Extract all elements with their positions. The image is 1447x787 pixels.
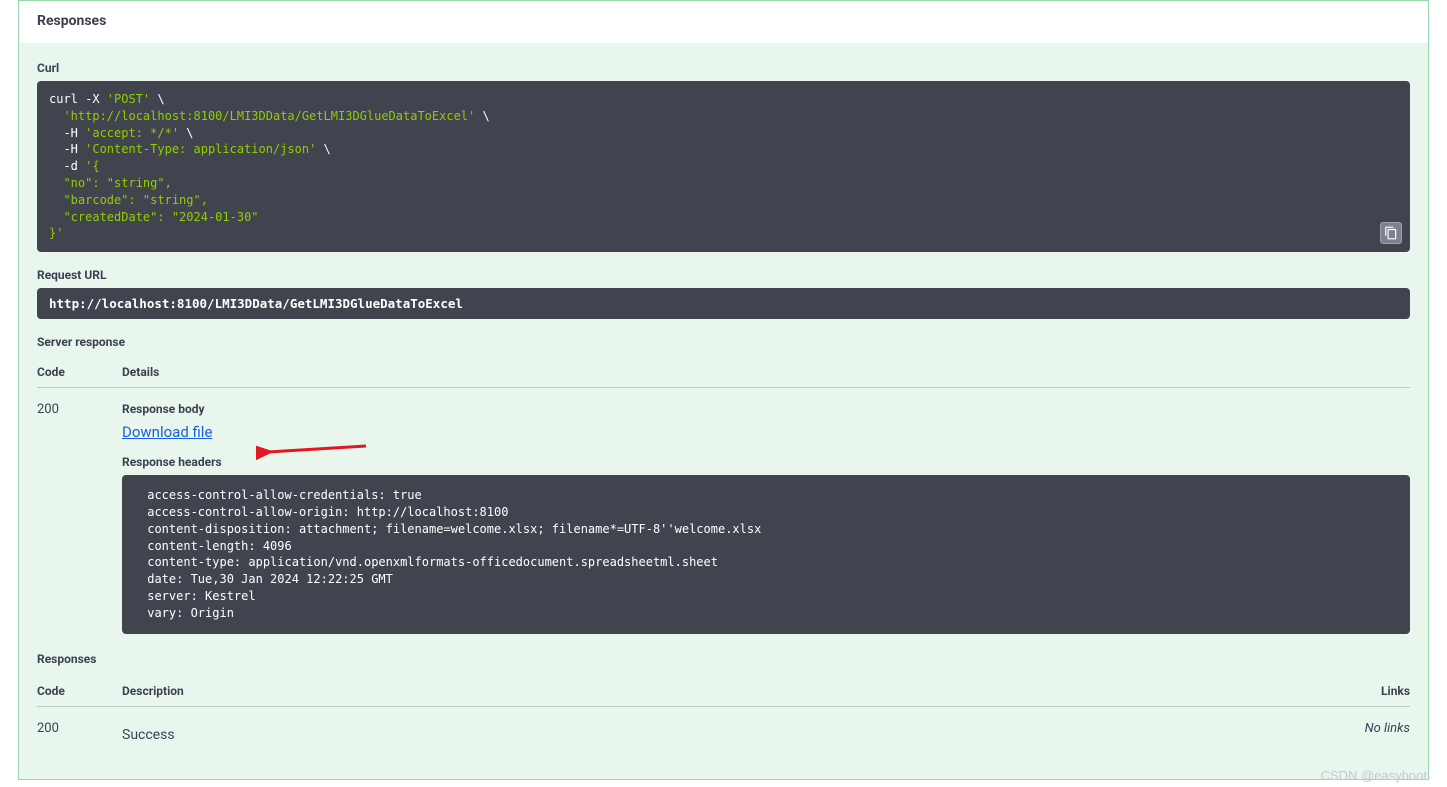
code-column-header-2: Code	[37, 684, 122, 698]
curl-text: 'POST'	[107, 92, 150, 106]
request-url-label: Request URL	[37, 268, 1410, 282]
responses-table-header-2: Code Description Links	[37, 666, 1410, 707]
response-body-label: Response body	[122, 402, 1410, 416]
clipboard-icon	[1384, 226, 1398, 240]
curl-text: }'	[49, 226, 63, 240]
curl-text: \	[150, 92, 164, 106]
swagger-operation-panel: Responses Curl curl -X 'POST' \ 'http://…	[18, 0, 1429, 780]
responses-label-2: Responses	[37, 652, 1410, 666]
code-column-header: Code	[37, 365, 122, 379]
curl-text: "no": "string",	[49, 176, 172, 190]
curl-text: 'Content-Type: application/json'	[85, 142, 316, 156]
copy-button[interactable]	[1380, 222, 1402, 244]
links-column-header: Links	[1330, 684, 1410, 698]
response-row: 200 Response body Download file Response…	[37, 388, 1410, 633]
response-code-2: 200	[37, 721, 122, 743]
curl-text	[49, 109, 63, 123]
server-response-label: Server response	[37, 335, 1410, 349]
curl-text: -d	[49, 159, 85, 173]
curl-text: "barcode": "string",	[49, 193, 208, 207]
curl-text: "createdDate": "2024-01-30"	[49, 210, 259, 224]
description-column-header: Description	[122, 684, 1330, 698]
curl-text: '{	[85, 159, 99, 173]
responses-header-bar: Responses	[19, 1, 1428, 43]
curl-text: curl -X	[49, 92, 107, 106]
response-table-header: Code Details	[37, 355, 1410, 388]
curl-text: 'accept: */*'	[85, 126, 179, 140]
curl-text: -H	[49, 126, 85, 140]
curl-text: 'http://localhost:8100/LMI3DData/GetLMI3…	[63, 109, 475, 123]
curl-text: \	[475, 109, 489, 123]
response-headers-block: access-control-allow-credentials: true a…	[122, 475, 1410, 633]
links-cell: No links	[1330, 721, 1410, 743]
responses-row-2: 200 Success No links	[37, 707, 1410, 743]
request-url-block: http://localhost:8100/LMI3DData/GetLMI3D…	[37, 288, 1410, 319]
response-description: Success	[122, 721, 1330, 743]
watermark-text: CSDN @easyboot	[1321, 768, 1427, 783]
details-column-header: Details	[122, 365, 1410, 379]
response-headers-label: Response headers	[122, 455, 1410, 469]
responses-content: Curl curl -X 'POST' \ 'http://localhost:…	[19, 43, 1428, 761]
curl-code-block: curl -X 'POST' \ 'http://localhost:8100/…	[37, 81, 1410, 252]
curl-label: Curl	[37, 61, 1410, 75]
download-file-link[interactable]: Download file	[122, 423, 212, 441]
response-details: Response body Download file Response hea…	[122, 402, 1410, 633]
responses-title: Responses	[37, 13, 1410, 29]
response-code: 200	[37, 402, 122, 633]
curl-text: -H	[49, 142, 85, 156]
curl-text: \	[179, 126, 193, 140]
curl-text: \	[316, 142, 330, 156]
description-text: Success	[122, 721, 1330, 743]
